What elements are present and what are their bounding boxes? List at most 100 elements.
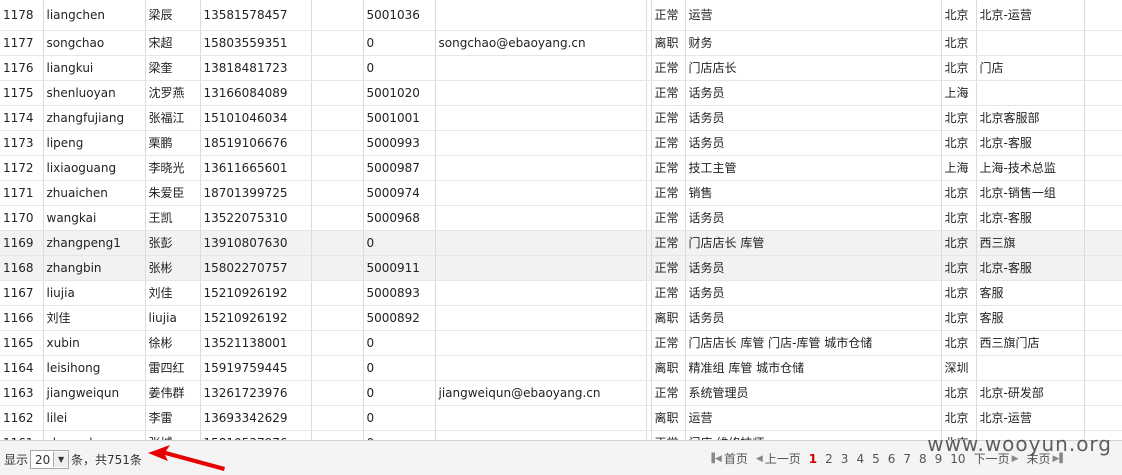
cell-user: wangkai [43,205,146,231]
cell-dept: 北京-客服 [976,130,1085,156]
table-row[interactable]: 1165 xubin 徐彬 13521138001 0 正常 门店店长 库管 门店-库管 城… [0,330,1122,356]
cell-user: zhangbin [43,255,146,281]
table-row[interactable]: 1162 lilei 李雷 13693342629 0 离职 运营 北京 北京-运营 [0,405,1122,431]
empty-cell [311,380,364,406]
page-link[interactable]: 5 [872,452,880,466]
page-link[interactable]: 1 [809,452,817,466]
cell-status: 正常 [651,255,686,281]
cell-name: 张彭 [145,230,201,256]
cell-role: 门店店长 库管 [685,230,942,256]
table-row[interactable]: 1177 songchao 宋超 15803559351 0 songchao@ebaoy… [0,30,1122,56]
cell-phone: 15210926192 [200,280,312,306]
cell-status: 正常 [651,80,686,106]
cell-phone: 13910807630 [200,230,312,256]
cell-code: 5000893 [363,280,436,306]
empty-cell [1084,155,1122,181]
empty-cell [311,130,364,156]
cell-user: lipeng [43,130,146,156]
page-link[interactable]: 7 [903,452,911,466]
page-link[interactable]: 2 [825,452,833,466]
cell-dept: 北京-客服 [976,255,1085,281]
page-link[interactable]: 6 [888,452,896,466]
cell-name: 徐彬 [145,330,201,356]
table-row[interactable]: 1178 liangchen 梁辰 13581578457 5001036 正常 运营 北京北… [0,0,1122,31]
cell-phone: 15803559351 [200,30,312,56]
cell-role: 话务员 [685,280,942,306]
cell-id: 1169 [0,230,44,256]
chevron-down-icon[interactable]: ▼ [53,452,69,467]
page-size-select[interactable]: 20 ▼ [30,450,70,469]
table-row[interactable]: 1171 zhuaichen 朱爱臣 18701399725 5000974 正常 销售 北京… [0,180,1122,206]
cell-role: 话务员 [685,105,942,131]
cell-role: 销售 [685,180,942,206]
cell-city: 北京 [941,280,977,306]
cell-phone: 13521138001 [200,330,312,356]
empty-cell [311,30,364,56]
table-row[interactable]: 1170 wangkai 王凯 13522075310 5000968 正常 话务员 北京 北京… [0,205,1122,231]
cell-id: 1174 [0,105,44,131]
table-row[interactable]: 1166 刘佳 liujia 15210926192 5000892 离职 话务员 北京 客服 [0,305,1122,331]
cell-city: 北京 [941,305,977,331]
first-page-button[interactable]: ▐◀ 首页 [708,450,748,467]
cell-city: 北京 [941,205,977,231]
cell-city: 上海 [941,155,977,181]
watermark: www.wooyun.org [927,432,1112,456]
cell-role: 话务员 [685,80,942,106]
cell-dept: 门店 [976,55,1085,81]
cell-code: 0 [363,355,436,381]
cell-phone: 18701399725 [200,180,312,206]
cell-role: 运营 [685,0,942,31]
table-row[interactable]: 1174 zhangfujiang 张福江 15101046034 5001001 正常话… [0,105,1122,131]
cell-id: 1172 [0,155,44,181]
table-row[interactable]: 1175 shenluoyan 沈罗燕 13166084089 5001020 正常 话务员… [0,80,1122,106]
cell-user: songchao [43,30,146,56]
empty-cell [1084,405,1122,431]
cell-city: 北京 [941,130,977,156]
empty-cell [311,230,364,256]
table-row[interactable]: 1169 zhangpeng1 张彭 13910807630 0 正常 门店店长 库管 北京西… [0,230,1122,256]
empty-cell [1084,180,1122,206]
cell-email [435,155,647,181]
cell-role: 话务员 [685,130,942,156]
cell-status: 离职 [651,405,686,431]
table-row[interactable]: 1176 liangkui 梁奎 13818481723 0 正常 门店店长 北京 门店 [0,55,1122,81]
cell-code: 0 [363,30,436,56]
cell-code: 5000968 [363,205,436,231]
cell-email [435,130,647,156]
cell-user: xubin [43,330,146,356]
cell-id: 1178 [0,0,44,31]
cell-role: 门店店长 [685,55,942,81]
empty-cell [1084,305,1122,331]
cell-user: liangchen [43,0,146,31]
cell-email [435,305,647,331]
page-link[interactable]: 8 [919,452,927,466]
cell-name: 张彬 [145,255,201,281]
page-link[interactable]: 3 [841,452,849,466]
table-row[interactable]: 1168 zhangbin 张彬 15802270757 5000911 正常 话务员 北京北… [0,255,1122,281]
cell-code: 5000974 [363,180,436,206]
table-row[interactable]: 1164 leisihong 雷四红 15919759445 0 离职 精准组 库管 城市仓… [0,355,1122,381]
empty-cell [1084,105,1122,131]
cell-city: 北京 [941,180,977,206]
cell-id: 1164 [0,355,44,381]
empty-cell [311,155,364,181]
page-link[interactable]: 4 [856,452,864,466]
prev-page-button[interactable]: ◀ 上一页 [756,450,801,467]
empty-cell [311,405,364,431]
cell-email [435,230,647,256]
cell-email: jiangweiqun@ebaoyang.cn [435,380,647,406]
cell-city: 北京 [941,380,977,406]
cell-status: 正常 [651,180,686,206]
empty-cell [311,330,364,356]
empty-cell [311,55,364,81]
table-row[interactable]: 1172 lixiaoguang 李晓光 13611665601 5000987 正常 技工… [0,155,1122,181]
page-size-value: 20 [35,452,51,467]
table-row[interactable]: 1167 liujia 刘佳 15210926192 5000893 正常 话务员 北京 客服 [0,280,1122,306]
cell-dept: 北京客服部 [976,105,1085,131]
cell-code: 5000993 [363,130,436,156]
cell-dept: 北京-销售一组 [976,180,1085,206]
table-row[interactable]: 1173 lipeng 栗鹏 18519106676 5000993 正常 话务员 北京 北京-… [0,130,1122,156]
empty-cell [1084,0,1122,31]
cell-status: 正常 [651,0,686,31]
table-row[interactable]: 1163 jiangweiqun 姜伟群 13261723976 0 jiangweiqu… [0,380,1122,406]
